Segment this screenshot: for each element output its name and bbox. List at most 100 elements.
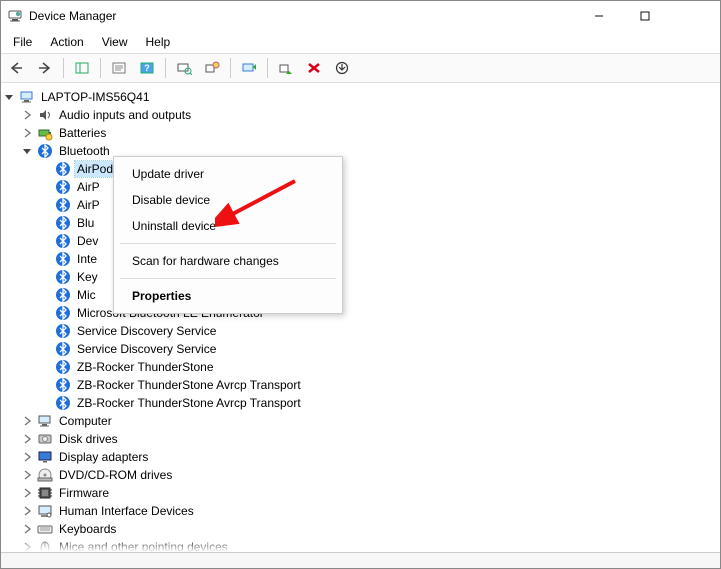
expand-toggle[interactable] <box>21 469 33 481</box>
expand-toggle[interactable] <box>21 523 33 535</box>
tree-node-label: Computer <box>57 413 114 429</box>
tree-node-label: Key <box>75 269 100 285</box>
toolbar: ? <box>1 53 720 83</box>
firmware-icon <box>37 485 53 501</box>
tree-node-label: Mic <box>75 287 98 303</box>
disable-device-button[interactable] <box>274 56 298 80</box>
battery-icon <box>37 125 53 141</box>
computer-icon <box>19 89 35 105</box>
expand-toggle[interactable] <box>21 541 33 552</box>
hid-icon <box>37 503 53 519</box>
add-legacy-hardware-button[interactable] <box>200 56 224 80</box>
tree-category-node[interactable]: DVD/CD-ROM drives <box>21 466 718 484</box>
tree-node-label: Audio inputs and outputs <box>57 107 193 123</box>
bluetooth-icon <box>55 377 71 393</box>
tree-node-label: DVD/CD-ROM drives <box>57 467 174 483</box>
tree-category-node[interactable]: Display adapters <box>21 448 718 466</box>
menu-view[interactable]: View <box>94 33 136 51</box>
scan-hardware-button[interactable] <box>172 56 196 80</box>
tree-category-node[interactable]: Firmware <box>21 484 718 502</box>
maximize-button[interactable] <box>622 1 668 31</box>
tree-node-label: Batteries <box>57 125 108 141</box>
tree-category-node[interactable]: Mice and other pointing devices <box>21 538 718 552</box>
tree-category-node[interactable]: Disk drives <box>21 430 718 448</box>
tree-node-label: LAPTOP-IMS56Q41 <box>39 89 152 105</box>
tree-node-label: Service Discovery Service <box>75 341 218 357</box>
bluetooth-icon <box>55 269 71 285</box>
menu-help[interactable]: Help <box>138 33 179 51</box>
tree-category-node[interactable]: Keyboards <box>21 520 718 538</box>
expand-toggle[interactable] <box>21 487 33 499</box>
expand-toggle[interactable] <box>21 145 33 157</box>
computer-icon <box>37 413 53 429</box>
tree-node-label: Bluetooth <box>57 143 112 159</box>
tree-node-label: Firmware <box>57 485 111 501</box>
bluetooth-icon <box>55 233 71 249</box>
tree-category-node[interactable]: Batteries <box>21 124 718 142</box>
properties-button[interactable] <box>107 56 131 80</box>
tree-device-node[interactable]: ZB-Rocker ThunderStone <box>39 358 718 376</box>
tree-node-label: ZB-Rocker ThunderStone Avrcp Transport <box>75 395 303 411</box>
tree-node-label: Blu <box>75 215 96 231</box>
title-bar: Device Manager <box>1 1 720 31</box>
mouse-icon <box>37 539 53 552</box>
disk-icon <box>37 431 53 447</box>
bluetooth-icon <box>55 341 71 357</box>
menu-action[interactable]: Action <box>42 33 91 51</box>
bluetooth-icon <box>55 323 71 339</box>
context-separator <box>120 278 336 279</box>
tree-category-node[interactable]: Computer <box>21 412 718 430</box>
update-driver-button[interactable] <box>237 56 261 80</box>
context-properties[interactable]: Properties <box>114 283 342 309</box>
expand-toggle[interactable] <box>21 415 33 427</box>
window-controls <box>576 1 714 31</box>
expand-toggle[interactable] <box>21 127 33 139</box>
expand-toggle[interactable] <box>21 109 33 121</box>
device-manager-window: Device Manager File Action View Help <box>0 0 721 569</box>
tree-node-label: Human Interface Devices <box>57 503 196 519</box>
context-disable-device[interactable]: Disable device <box>114 187 342 213</box>
bluetooth-icon <box>55 305 71 321</box>
context-scan-hardware[interactable]: Scan for hardware changes <box>114 248 342 274</box>
dvd-icon <box>37 467 53 483</box>
expand-toggle[interactable] <box>3 91 15 103</box>
help-button[interactable]: ? <box>135 56 159 80</box>
install-driver-button[interactable] <box>330 56 354 80</box>
expand-toggle[interactable] <box>21 433 33 445</box>
uninstall-device-button[interactable] <box>302 56 326 80</box>
tree-root-node[interactable]: LAPTOP-IMS56Q41 <box>3 88 718 106</box>
tree-device-node[interactable]: ZB-Rocker ThunderStone Avrcp Transport <box>39 394 718 412</box>
menu-file[interactable]: File <box>5 33 40 51</box>
tree-device-node[interactable]: Service Discovery Service <box>39 340 718 358</box>
tree-category-node[interactable]: Audio inputs and outputs <box>21 106 718 124</box>
show-hide-console-tree-button[interactable] <box>70 56 94 80</box>
context-uninstall-device[interactable]: Uninstall device <box>114 213 342 239</box>
bluetooth-icon <box>55 251 71 267</box>
bluetooth-icon <box>55 287 71 303</box>
tree-node-label: Dev <box>75 233 100 249</box>
status-bar <box>1 552 720 568</box>
tree-node-label: AirP <box>75 197 102 213</box>
expand-toggle[interactable] <box>21 505 33 517</box>
tree-category-node[interactable]: Human Interface Devices <box>21 502 718 520</box>
context-separator <box>120 243 336 244</box>
tree-node-label: Disk drives <box>57 431 120 447</box>
tree-device-node[interactable]: ZB-Rocker ThunderStone Avrcp Transport <box>39 376 718 394</box>
display-icon <box>37 449 53 465</box>
tree-device-node[interactable]: Service Discovery Service <box>39 322 718 340</box>
app-icon <box>7 8 23 24</box>
context-update-driver[interactable]: Update driver <box>114 161 342 187</box>
forward-button[interactable] <box>33 56 57 80</box>
minimize-button[interactable] <box>576 1 622 31</box>
bluetooth-icon <box>55 359 71 375</box>
bluetooth-icon <box>37 143 53 159</box>
tree-node-label: Inte <box>75 251 99 267</box>
back-button[interactable] <box>5 56 29 80</box>
bluetooth-icon <box>55 161 71 177</box>
bluetooth-icon <box>55 179 71 195</box>
tree-node-label: Mice and other pointing devices <box>57 539 230 552</box>
device-tree[interactable]: LAPTOP-IMS56Q41 Audio inputs and outputs B… <box>1 83 720 552</box>
expand-toggle[interactable] <box>21 451 33 463</box>
keyboard-icon <box>37 521 53 537</box>
menu-bar: File Action View Help <box>1 31 720 53</box>
